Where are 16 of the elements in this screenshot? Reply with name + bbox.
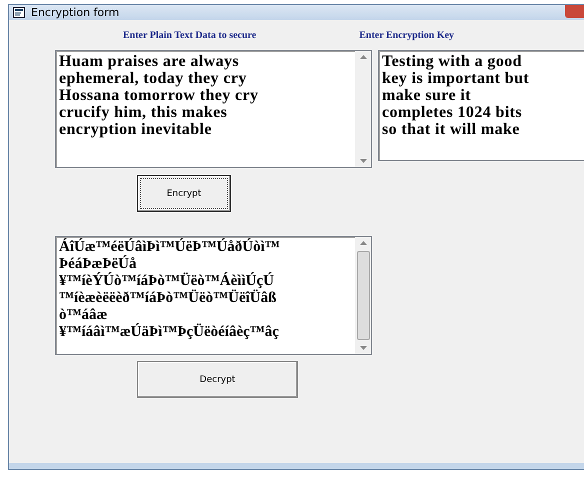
up-arrow-icon[interactable] — [360, 241, 366, 245]
window-icon — [13, 7, 25, 18]
scrollbar[interactable] — [355, 237, 371, 354]
cipher-text-field[interactable]: ÁîÚæ™éëÚâìÞì™ÚëÞ™ÚåðÚòì™ ÞéáÞæÞëÚå ¥™íèÝÚò™íáÞò™Üëò™ÁèììÚçÚ ™íèæèëëèð™íáÞò™Üëò™ÜëîÜâß ò™áâæ ¥™íáâì™æÚäÞì™ÞçÜëòéíâèç™âç — [55, 236, 372, 355]
plain-text-field[interactable]: Huam praises are always ephemeral, today they cry Hossana tomorrow they cry crucify him, this makes encryption inevitable — [55, 50, 372, 168]
up-arrow-icon[interactable] — [360, 55, 366, 59]
scroll-thumb[interactable] — [356, 251, 370, 340]
down-arrow-icon[interactable] — [360, 159, 366, 163]
scrollbar[interactable] — [355, 51, 371, 167]
decrypt-button[interactable]: Decrypt — [137, 361, 298, 398]
key-field[interactable]: Testing with a good key is important but make sure it completes 1024 bits so that it will make — [378, 50, 584, 161]
window-title: Encryption form — [31, 6, 120, 19]
field-label: Enter Plain Text Data to secure — [123, 30, 256, 40]
field-label: Enter Encryption Key — [359, 30, 454, 40]
down-arrow-icon[interactable] — [360, 346, 366, 350]
encrypt-button[interactable]: Encrypt — [137, 175, 231, 212]
